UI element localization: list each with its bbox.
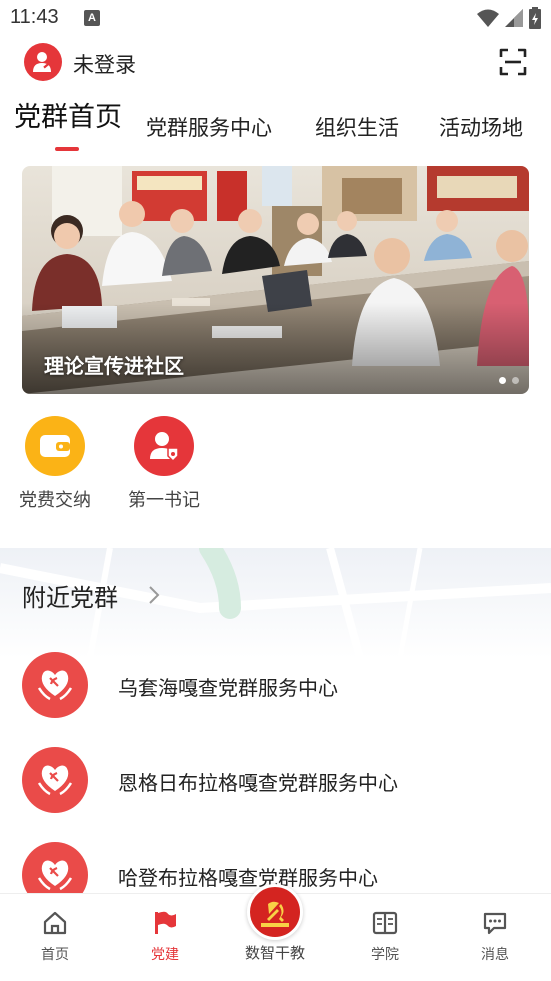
org-name: 乌套海嘎查党群服务中心 <box>118 676 338 700</box>
nearby-section-title[interactable]: 附近党群 <box>22 578 118 613</box>
message-icon <box>483 912 507 935</box>
nav-home[interactable]: 首页 <box>15 910 95 964</box>
quick-action-label: 党费交纳 <box>19 490 91 511</box>
carousel-dot <box>512 377 519 384</box>
carousel-indicator <box>499 377 519 384</box>
tab-party-home[interactable]: 党群首页 <box>14 95 122 134</box>
home-icon <box>43 911 67 935</box>
quick-action-party-dues[interactable]: 党费交纳 <box>10 416 100 512</box>
party-care-icon <box>22 652 88 718</box>
active-tab-indicator <box>55 147 79 151</box>
tab-activity-venue[interactable]: 活动场地 <box>439 112 523 142</box>
tab-service-center[interactable]: 党群服务中心 <box>146 112 272 142</box>
status-time: 11:43 <box>10 6 59 28</box>
tab-bar: 党群首页 党群服务中心 组织生活 活动场地 <box>0 100 551 156</box>
notification-icon: A <box>84 10 100 26</box>
quick-action-first-secretary[interactable]: 第一书记 <box>119 416 209 512</box>
nav-label: 党建 <box>151 947 179 963</box>
list-item[interactable]: 乌套海嘎查党群服务中心 <box>0 652 551 732</box>
user-not-logged-icon <box>33 52 52 72</box>
top-bar: 未登录 <box>0 40 551 86</box>
wifi-icon <box>477 9 499 27</box>
scan-icon[interactable] <box>499 48 527 76</box>
nav-digital-education[interactable]: 数智干教 <box>235 884 315 963</box>
avatar[interactable] <box>24 43 62 81</box>
banner-carousel[interactable]: 理论宣传进社区 <box>22 166 529 394</box>
secretary-badge-icon <box>134 416 194 476</box>
list-item[interactable]: 恩格日布拉格嘎查党群服务中心 <box>0 747 551 827</box>
battery-icon <box>529 7 541 29</box>
bottom-nav: 首页 党建 数智干教 学院 消息 <box>0 884 551 981</box>
nav-label: 消息 <box>481 947 509 963</box>
login-status-text[interactable]: 未登录 <box>73 49 136 79</box>
nav-label: 数智干教 <box>244 944 305 962</box>
book-icon <box>372 911 398 935</box>
signal-icon <box>505 9 523 27</box>
nav-label: 首页 <box>41 947 69 963</box>
wallet-icon <box>25 416 85 476</box>
nav-label: 学院 <box>371 947 399 963</box>
status-bar: 11:43 A <box>0 0 551 36</box>
party-care-icon <box>22 747 88 813</box>
nav-party-building[interactable]: 党建 <box>125 910 205 964</box>
quick-action-label: 第一书记 <box>128 490 200 511</box>
org-name: 恩格日布拉格嘎查党群服务中心 <box>118 771 398 795</box>
chevron-right-icon[interactable] <box>146 584 162 606</box>
banner-caption: 理论宣传进社区 <box>44 354 184 378</box>
nav-messages[interactable]: 消息 <box>455 910 535 964</box>
status-icons <box>477 6 541 30</box>
tab-organization-life[interactable]: 组织生活 <box>315 112 399 142</box>
carousel-dot-active <box>499 377 506 384</box>
party-emblem-icon <box>247 884 303 940</box>
nav-academy[interactable]: 学院 <box>345 910 425 964</box>
flag-icon <box>155 911 176 934</box>
